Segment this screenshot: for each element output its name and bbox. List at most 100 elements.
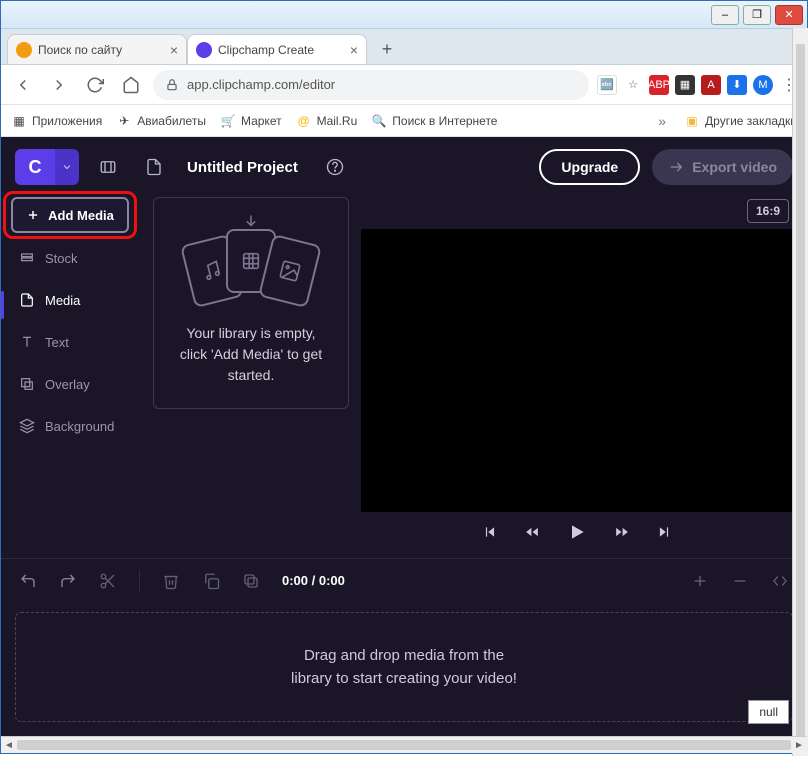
timeline-toolbar: 0:00 / 0:00 — [1, 558, 807, 602]
scroll-right-icon[interactable]: ► — [791, 737, 807, 753]
sidebar-active-indicator — [1, 291, 4, 319]
nav-reload-button[interactable] — [81, 71, 109, 99]
brand-dropdown-icon[interactable] — [55, 149, 79, 185]
nav-back-button[interactable] — [9, 71, 37, 99]
overlay-icon — [19, 376, 35, 392]
adblock-icon[interactable]: ABP — [649, 75, 669, 95]
add-media-button[interactable]: Add Media — [11, 197, 129, 233]
other-bookmarks[interactable]: ▣Другие закладки — [684, 113, 797, 129]
extension-tray: 🔤 ☆ ABP ▦ A ⬇ M ⋮ — [597, 75, 799, 95]
window-close-button[interactable]: ✕ — [775, 5, 803, 25]
timeline-hint-text: Drag and drop media from the library to … — [291, 644, 517, 691]
sidebar-item-overlay[interactable]: Overlay — [11, 367, 141, 401]
layers-icon — [19, 418, 35, 434]
copy-button[interactable] — [202, 572, 220, 590]
browser-tabstrip: Поиск по сайту × Clipchamp Create × + — [1, 29, 807, 65]
nav-forward-button[interactable] — [45, 71, 73, 99]
bookmark-icon: ✈ — [116, 113, 132, 129]
bookmark-item[interactable]: 🛒Маркет — [220, 113, 282, 129]
film-icon — [240, 250, 262, 272]
translate-icon[interactable]: 🔤 — [597, 75, 617, 95]
preview-canvas[interactable] — [361, 229, 793, 512]
document-icon[interactable] — [137, 150, 171, 184]
play-button[interactable] — [567, 522, 587, 542]
sidebar-item-label: Text — [45, 335, 69, 350]
stack-icon — [19, 250, 35, 266]
app-brand[interactable]: C — [15, 149, 79, 185]
cut-button[interactable] — [99, 572, 117, 590]
upgrade-button[interactable]: Upgrade — [539, 149, 640, 185]
profile-avatar[interactable]: M — [753, 75, 773, 95]
page-horizontal-scrollbar[interactable]: ◄ ► — [1, 736, 807, 753]
bookmark-item[interactable]: @Mail.Ru — [296, 113, 358, 129]
bookmarks-overflow-icon[interactable]: » — [654, 113, 670, 129]
skip-start-button[interactable] — [483, 525, 497, 539]
zoom-fit-button[interactable] — [771, 572, 789, 590]
folder-icon: ▣ — [684, 113, 700, 129]
tab-title: Поиск по сайту — [38, 43, 164, 57]
tab-close-icon[interactable]: × — [170, 42, 178, 58]
bookmark-item[interactable]: ✈Авиабилеты — [116, 113, 206, 129]
skip-end-button[interactable] — [657, 525, 671, 539]
window-titlebar: – ❐ ✕ — [1, 1, 807, 29]
tab-close-icon[interactable]: × — [350, 42, 358, 58]
window-maximize-button[interactable]: ❐ — [743, 5, 771, 25]
sidebar-item-stock[interactable]: Stock — [11, 241, 141, 275]
project-title[interactable]: Untitled Project — [187, 159, 298, 176]
empty-library-text: Your library is empty, click 'Add Media'… — [180, 323, 322, 386]
sidebar-item-media[interactable]: Media — [11, 283, 141, 317]
extension-icon[interactable]: ▦ — [675, 75, 695, 95]
fast-forward-button[interactable] — [615, 525, 629, 539]
pdf-icon[interactable]: A — [701, 75, 721, 95]
sidebar: Add Media Stock Media Text — [11, 197, 141, 552]
plus-icon — [26, 208, 40, 222]
lock-icon — [165, 78, 179, 92]
bookmark-apps[interactable]: ▦Приложения — [11, 113, 102, 129]
favicon-icon — [16, 42, 32, 58]
download-icon[interactable]: ⬇ — [727, 75, 747, 95]
sidebar-item-label: Stock — [45, 251, 78, 266]
null-indicator: null — [748, 700, 789, 724]
window-minimize-button[interactable]: – — [711, 5, 739, 25]
zoom-in-button[interactable] — [691, 572, 709, 590]
redo-button[interactable] — [59, 572, 77, 590]
transport-controls — [361, 512, 793, 552]
apps-icon: ▦ — [11, 113, 27, 129]
app-main: Add Media Stock Media Text — [1, 197, 807, 558]
image-icon — [277, 257, 304, 284]
browser-tab[interactable]: Clipchamp Create × — [187, 34, 367, 64]
bookmarks-bar: ▦Приложения ✈Авиабилеты 🛒Маркет @Mail.Ru… — [1, 105, 807, 137]
nav-home-button[interactable] — [117, 71, 145, 99]
text-icon — [19, 334, 35, 350]
file-icon — [19, 292, 35, 308]
delete-button[interactable] — [162, 572, 180, 590]
timeline-drop-zone[interactable]: Drag and drop media from the library to … — [15, 612, 793, 722]
brand-logo: C — [15, 149, 55, 185]
duplicate-button[interactable] — [242, 572, 260, 590]
undo-button[interactable] — [19, 572, 37, 590]
bookmark-item[interactable]: 🔍Поиск в Интернете — [371, 113, 497, 129]
sidebar-item-label: Media — [45, 293, 80, 308]
export-video-button[interactable]: Export video — [652, 149, 793, 185]
aspect-ratio-button[interactable]: 16:9 — [747, 199, 789, 223]
help-icon[interactable] — [318, 150, 352, 184]
music-icon — [199, 257, 226, 284]
zoom-out-button[interactable] — [731, 572, 749, 590]
app-viewport: C Untitled Project Upgrade Export video — [1, 137, 807, 736]
browser-window: – ❐ ✕ Поиск по сайту × Clipchamp Create … — [0, 0, 808, 754]
bookmark-star-icon[interactable]: ☆ — [623, 75, 643, 95]
bookmark-icon: 🔍 — [371, 113, 387, 129]
rewind-button[interactable] — [525, 525, 539, 539]
page-vertical-scrollbar[interactable] — [792, 28, 808, 756]
tab-title: Clipchamp Create — [218, 43, 344, 57]
new-tab-button[interactable]: + — [373, 35, 401, 63]
browser-toolbar: app.clipchamp.com/editor 🔤 ☆ ABP ▦ A ⬇ M… — [1, 65, 807, 105]
timeline-time: 0:00 / 0:00 — [282, 573, 345, 588]
media-library-panel: Your library is empty, click 'Add Media'… — [153, 197, 349, 409]
scroll-left-icon[interactable]: ◄ — [1, 737, 17, 753]
browser-tab[interactable]: Поиск по сайту × — [7, 34, 187, 64]
address-bar[interactable]: app.clipchamp.com/editor — [153, 70, 589, 100]
sidebar-item-background[interactable]: Background — [11, 409, 141, 443]
video-templates-icon[interactable] — [91, 150, 125, 184]
sidebar-item-text[interactable]: Text — [11, 325, 141, 359]
